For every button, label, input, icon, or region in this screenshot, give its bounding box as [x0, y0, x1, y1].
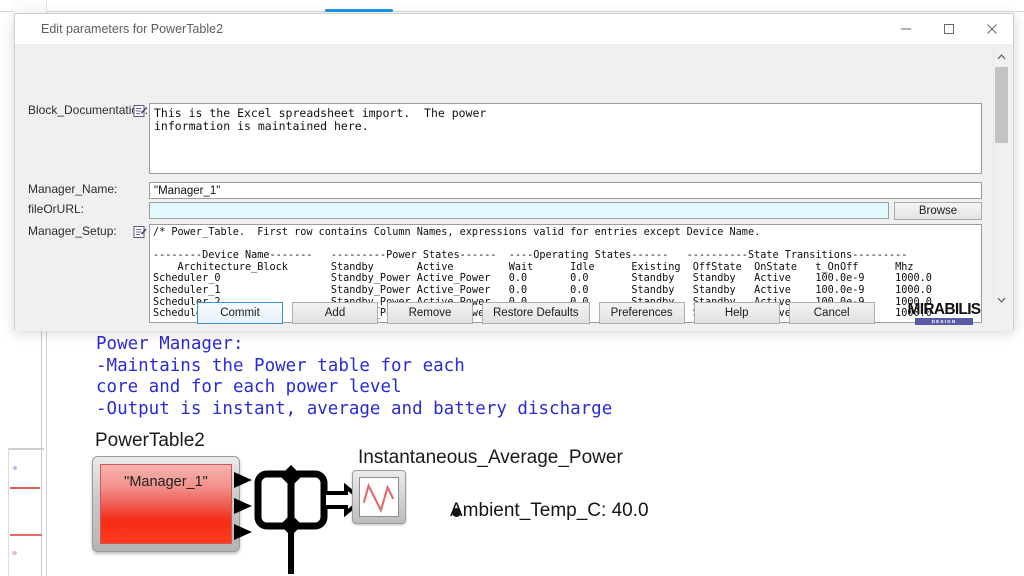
browse-button[interactable]: Browse — [894, 202, 982, 220]
preferences-button[interactable]: Preferences — [599, 302, 685, 324]
scope-block[interactable] — [352, 470, 406, 524]
cancel-button[interactable]: Cancel — [789, 302, 875, 324]
scrollbar-thumb[interactable] — [995, 67, 1008, 143]
connector-graphics — [228, 462, 368, 576]
close-icon[interactable] — [970, 14, 1013, 44]
scope-block-title: Instantaneous_Average_Power — [358, 447, 623, 469]
manager-name-input[interactable]: "Manager_1" — [149, 182, 982, 199]
dialog-body: Block_Documentation: This is the Excel s… — [15, 45, 1013, 331]
commit-button[interactable]: Commit — [197, 302, 283, 324]
power-table-block-title: PowerTable2 — [95, 430, 205, 452]
scope-block-screen — [359, 477, 399, 517]
manager-name-label: Manager_Name: — [15, 182, 133, 196]
scroll-up-icon[interactable] — [994, 49, 1009, 64]
manager-setup-label: Manager_Setup: — [15, 224, 133, 238]
edit-parameters-dialog: Edit parameters for PowerTable2 Block_Do… — [14, 13, 1014, 330]
dialog-titlebar[interactable]: Edit parameters for PowerTable2 — [15, 14, 1013, 45]
edit-note-icon[interactable] — [133, 104, 147, 118]
mirabilis-logo: MIRABILIS DESIGN — [897, 302, 991, 325]
maximize-icon[interactable] — [927, 14, 970, 44]
minimize-icon[interactable] — [884, 14, 927, 44]
power-table-block[interactable]: "Manager_1" — [92, 456, 240, 552]
block-documentation-textarea[interactable]: This is the Excel spreadsheet import. Th… — [149, 103, 982, 174]
ambient-temp-label: Ambient_Temp_C: 40.0 — [450, 500, 649, 522]
file-or-url-input[interactable] — [149, 202, 889, 219]
power-table-block-face: "Manager_1" — [100, 464, 232, 544]
restore-defaults-button[interactable]: Restore Defaults — [482, 302, 590, 324]
dialog-button-bar: Commit Add Remove Restore Defaults Prefe… — [15, 300, 1015, 326]
power-table-block-label: "Manager_1" — [124, 474, 208, 490]
mirabilis-logo-text: MIRABILIS — [897, 302, 991, 317]
field-manager-name: Manager_Name: "Manager_1" — [15, 182, 982, 199]
dialog-scrollbar[interactable] — [993, 49, 1009, 307]
scrollbar-track[interactable] — [994, 64, 1009, 292]
remove-button[interactable]: Remove — [387, 302, 473, 324]
edit-note-icon-setup[interactable] — [133, 225, 147, 239]
waveform-icon — [360, 478, 398, 516]
field-block-documentation: Block_Documentation: This is the Excel s… — [15, 103, 982, 174]
block-documentation-label: Block_Documentation: — [15, 103, 133, 117]
mirabilis-logo-subtitle: DESIGN — [915, 318, 973, 325]
field-file-or-url: fileOrURL: Browse — [15, 202, 982, 220]
file-or-url-label: fileOrURL: — [15, 202, 133, 216]
add-button[interactable]: Add — [292, 302, 378, 324]
help-button[interactable]: Help — [694, 302, 780, 324]
dialog-title: Edit parameters for PowerTable2 — [41, 22, 223, 36]
